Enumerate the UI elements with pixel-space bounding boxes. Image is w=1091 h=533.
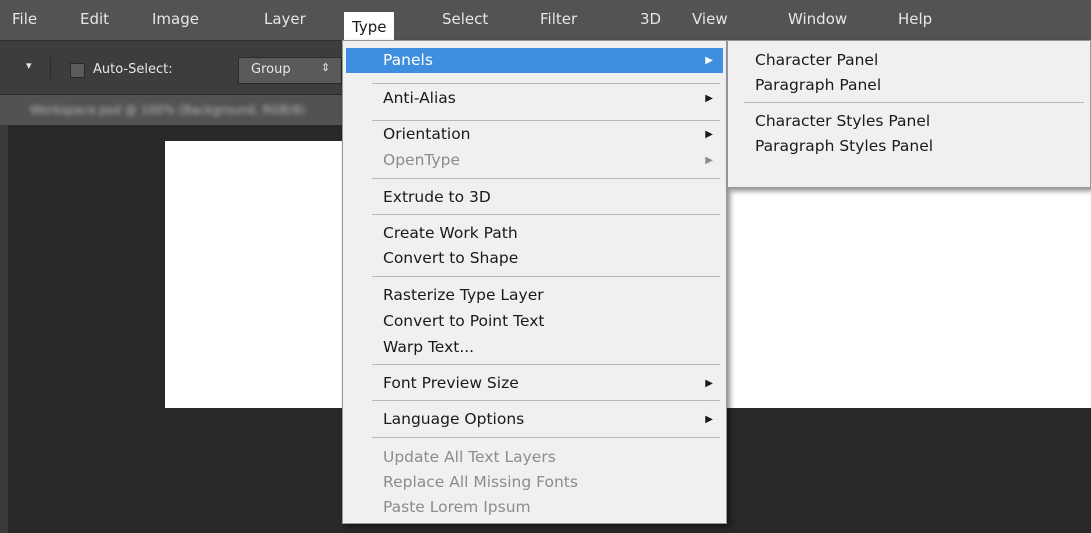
menu-separator bbox=[372, 83, 720, 84]
auto-select-checkbox[interactable] bbox=[70, 63, 85, 78]
menu-item-label: Create Work Path bbox=[383, 224, 518, 242]
menu-item-anti-alias[interactable]: Anti-Alias ▶ bbox=[346, 86, 723, 111]
menu-view[interactable]: View bbox=[684, 0, 736, 40]
menu-window[interactable]: Window bbox=[780, 0, 855, 40]
menu-type[interactable]: Type bbox=[344, 12, 395, 40]
menu-layer[interactable]: Layer bbox=[256, 0, 314, 40]
menu-item-label: Convert to Shape bbox=[383, 249, 519, 267]
menu-item-convert-to-shape[interactable]: Convert to Shape bbox=[346, 246, 723, 271]
menu-item-label: Extrude to 3D bbox=[383, 188, 491, 206]
auto-select-dropdown[interactable]: Group ⇕ bbox=[238, 57, 342, 84]
submenu-arrow-icon: ▶ bbox=[705, 378, 713, 389]
submenu-arrow-icon: ▶ bbox=[705, 129, 713, 140]
menu-separator bbox=[372, 437, 720, 438]
menu-item-panels[interactable]: Panels ▶ bbox=[346, 48, 723, 73]
tool-preset-dropdown[interactable]: ▾ bbox=[0, 53, 52, 83]
menu-item-language-options[interactable]: Language Options ▶ bbox=[346, 407, 723, 432]
menu-item-convert-to-point-text[interactable]: Convert to Point Text bbox=[346, 309, 723, 334]
menu-item-orientation[interactable]: Orientation ▶ bbox=[346, 122, 723, 147]
menu-separator bbox=[372, 364, 720, 365]
updown-icon: ⇕ bbox=[321, 61, 331, 74]
menu-item-font-preview-size[interactable]: Font Preview Size ▶ bbox=[346, 371, 723, 396]
menu-separator bbox=[372, 214, 720, 215]
menu-item-rasterize-type-layer[interactable]: Rasterize Type Layer bbox=[346, 283, 723, 308]
submenu-item-character-panel[interactable]: Character Panel bbox=[755, 48, 878, 72]
menu-file[interactable]: File bbox=[4, 0, 45, 40]
submenu-arrow-icon: ▶ bbox=[705, 93, 713, 104]
menu-item-extrude-to-3d[interactable]: Extrude to 3D bbox=[346, 185, 723, 210]
menu-filter[interactable]: Filter bbox=[532, 0, 585, 40]
menu-item-label: Language Options bbox=[383, 410, 525, 428]
menu-item-label: Warp Text... bbox=[383, 338, 475, 356]
menu-bar: File Edit Image Layer Type Select Filter… bbox=[0, 0, 1091, 40]
menu-item-update-all-text-layers: Update All Text Layers bbox=[346, 445, 723, 470]
menu-3d[interactable]: 3D bbox=[632, 0, 669, 40]
menu-separator bbox=[372, 276, 720, 277]
menu-item-opentype: OpenType ▶ bbox=[346, 148, 723, 173]
chevron-down-icon: ▾ bbox=[26, 59, 32, 72]
menu-item-label: Orientation bbox=[383, 125, 471, 143]
document-tab-label: Workspace.psd @ 100% (Background, RGB/8) bbox=[30, 103, 305, 117]
menu-item-paste-lorem-ipsum: Paste Lorem Ipsum bbox=[346, 495, 723, 520]
panels-submenu: Character Panel Paragraph Panel Characte… bbox=[727, 40, 1091, 188]
menu-item-label: Panels bbox=[383, 51, 433, 69]
menu-item-create-work-path[interactable]: Create Work Path bbox=[346, 221, 723, 246]
menu-item-label: Rasterize Type Layer bbox=[383, 286, 544, 304]
menu-edit[interactable]: Edit bbox=[72, 0, 117, 40]
type-menu: Panels ▶ Anti-Alias ▶ Orientation ▶ Open… bbox=[342, 40, 727, 524]
document-tab[interactable]: Workspace.psd @ 100% (Background, RGB/8) bbox=[0, 95, 360, 125]
submenu-item-paragraph-panel[interactable]: Paragraph Panel bbox=[755, 73, 881, 97]
toolbar-edge bbox=[0, 125, 8, 533]
menu-select[interactable]: Select bbox=[434, 0, 496, 40]
submenu-item-paragraph-styles-panel[interactable]: Paragraph Styles Panel bbox=[755, 134, 933, 158]
menu-item-label: Replace All Missing Fonts bbox=[383, 473, 578, 491]
menu-item-label: Anti-Alias bbox=[383, 89, 456, 107]
menu-separator bbox=[372, 120, 720, 121]
menu-item-label: Paste Lorem Ipsum bbox=[383, 498, 531, 516]
menu-separator bbox=[372, 400, 720, 401]
menu-item-replace-all-missing-fonts: Replace All Missing Fonts bbox=[346, 470, 723, 495]
menu-image[interactable]: Image bbox=[144, 0, 207, 40]
menu-item-label: Convert to Point Text bbox=[383, 312, 545, 330]
menu-item-label: OpenType bbox=[383, 151, 461, 169]
submenu-arrow-icon: ▶ bbox=[705, 155, 713, 166]
auto-select-label: Auto-Select: bbox=[93, 62, 173, 77]
menu-item-label: Update All Text Layers bbox=[383, 448, 556, 466]
menu-help[interactable]: Help bbox=[890, 0, 940, 40]
menu-item-label: Font Preview Size bbox=[383, 374, 519, 392]
auto-select-value: Group bbox=[251, 62, 291, 77]
menu-separator bbox=[744, 102, 1084, 103]
menu-item-warp-text[interactable]: Warp Text... bbox=[346, 335, 723, 360]
submenu-arrow-icon: ▶ bbox=[705, 55, 713, 66]
submenu-arrow-icon: ▶ bbox=[705, 414, 713, 425]
menu-separator bbox=[372, 178, 720, 179]
submenu-item-character-styles-panel[interactable]: Character Styles Panel bbox=[755, 109, 930, 133]
